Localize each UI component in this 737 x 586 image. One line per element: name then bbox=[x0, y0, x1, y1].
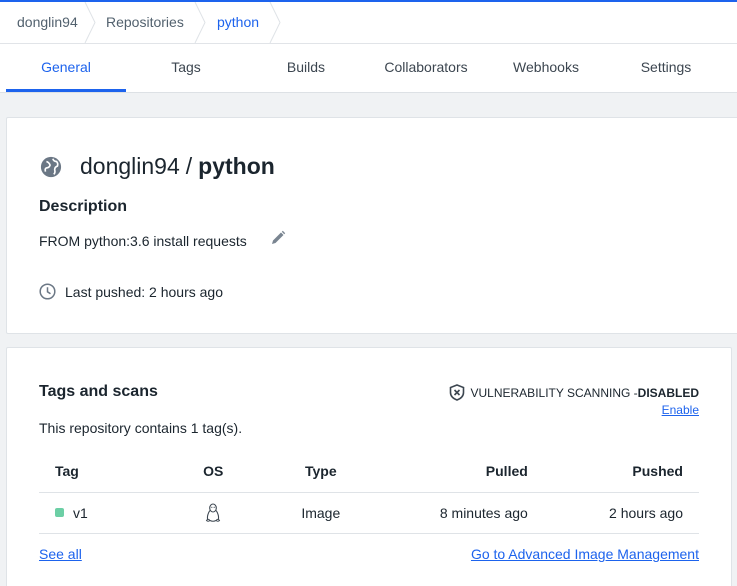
breadcrumb-namespace[interactable]: donglin94 bbox=[17, 2, 78, 43]
column-pushed: Pushed bbox=[527, 451, 699, 493]
repo-namespace: donglin94 bbox=[80, 153, 180, 179]
tag-status-dot bbox=[55, 508, 64, 518]
column-os: OS bbox=[161, 451, 265, 493]
tab-general[interactable]: General bbox=[6, 44, 126, 92]
pencil-icon[interactable] bbox=[270, 230, 286, 246]
type-cell: Image bbox=[264, 492, 378, 534]
os-cell bbox=[161, 492, 265, 534]
tab-webhooks[interactable]: Webhooks bbox=[486, 44, 606, 92]
tags-table-header: Tag OS Type Pulled Pushed bbox=[39, 451, 699, 493]
last-pushed-text: Last pushed: 2 hours ago bbox=[65, 283, 224, 300]
tag-count-text: This repository contains 1 tag(s). bbox=[39, 420, 243, 436]
tags-heading: Tags and scans bbox=[39, 383, 158, 400]
pulled-cell: 8 minutes ago bbox=[377, 492, 528, 534]
tab-tags[interactable]: Tags bbox=[126, 44, 246, 92]
description-text: FROM python:3.6 install requests bbox=[39, 233, 247, 249]
breadcrumb: donglin94 Repositories python bbox=[0, 2, 737, 44]
tab-builds[interactable]: Builds bbox=[246, 44, 366, 92]
column-type: Type bbox=[264, 451, 378, 493]
clock-icon bbox=[39, 283, 56, 300]
last-pushed: Last pushed: 2 hours ago bbox=[39, 283, 223, 300]
tags-scans-card: Tags and scans VULNERABILITY SCANNING - … bbox=[6, 347, 732, 586]
table-row[interactable]: v1 Image 8 minutes ago 2 hours ago bbox=[39, 492, 699, 534]
breadcrumb-chevron-icon bbox=[83, 2, 97, 43]
repo-tabs: General Tags Builds Collaborators Webhoo… bbox=[0, 44, 737, 93]
active-tab-indicator bbox=[6, 89, 126, 92]
column-pulled: Pulled bbox=[377, 451, 528, 493]
description-heading: Description bbox=[39, 198, 128, 215]
column-tag: Tag bbox=[39, 451, 162, 493]
tab-settings[interactable]: Settings bbox=[606, 44, 726, 92]
globe-icon bbox=[40, 156, 62, 177]
breadcrumb-repositories[interactable]: Repositories bbox=[106, 2, 184, 43]
tag-cell: v1 bbox=[39, 492, 162, 534]
repo-title: donglin94 / python bbox=[40, 153, 275, 180]
see-all-link[interactable]: See all bbox=[39, 546, 82, 562]
repo-info-card: donglin94 / python Description FROM pyth… bbox=[6, 117, 737, 334]
advanced-image-management-link[interactable]: Go to Advanced Image Management bbox=[471, 546, 699, 562]
linux-tux-icon bbox=[206, 502, 221, 522]
breadcrumb-chevron-icon bbox=[268, 2, 282, 43]
tag-name[interactable]: v1 bbox=[73, 505, 88, 521]
breadcrumb-chevron-icon bbox=[193, 2, 207, 43]
vuln-state: DISABLED bbox=[637, 385, 699, 400]
breadcrumb-current-repo: python bbox=[217, 14, 260, 30]
vulnerability-scanning-status: VULNERABILITY SCANNING - DISABLED bbox=[449, 384, 699, 401]
tab-collaborators[interactable]: Collaborators bbox=[366, 44, 486, 92]
repo-separator: / bbox=[185, 153, 193, 179]
repo-name: python bbox=[198, 153, 275, 179]
tags-table: Tag OS Type Pulled Pushed v1 Image 8 min… bbox=[39, 451, 699, 534]
shield-x-icon bbox=[449, 384, 464, 401]
pushed-cell: 2 hours ago bbox=[527, 492, 699, 534]
enable-scanning-link[interactable]: Enable bbox=[662, 403, 699, 417]
vuln-label: VULNERABILITY SCANNING - bbox=[470, 385, 638, 400]
